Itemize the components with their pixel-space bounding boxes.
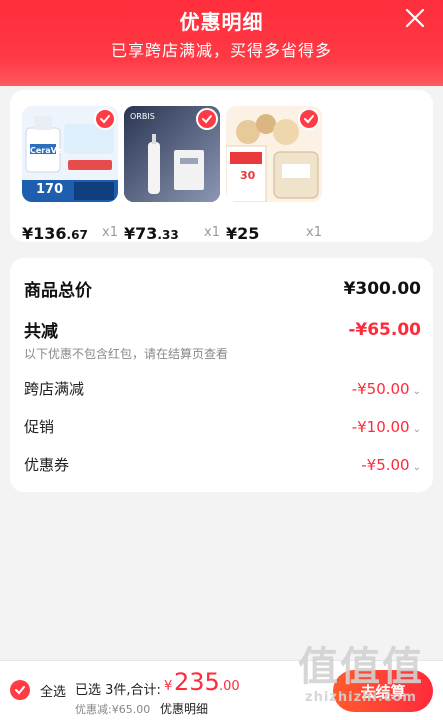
total-price-label: 商品总价 [24, 281, 92, 301]
discount-item-label: 跨店满减 [24, 380, 85, 398]
discount-detail-link[interactable]: 优惠明细 [160, 700, 208, 717]
products-card: CeraVe 170 ¥136.67 x1 ORBIS ¥73.33 x1 30… [10, 90, 433, 243]
discount-summary-card: 商品总价 ¥300.00 共减 -¥65.00 以下优惠不包含红包，请在结算页查… [10, 258, 433, 492]
product-price: ¥136.67 [22, 224, 88, 243]
page-subtitle: 已享跨店满减，买得多省得多 [110, 41, 332, 60]
product-qty: x1 [204, 225, 220, 240]
product-qty: x1 [102, 225, 118, 240]
total-price-value: ¥300.00 [343, 278, 421, 299]
product-promo-price: 170 [36, 182, 64, 197]
select-all-checkbox-icon[interactable] [10, 680, 30, 700]
chevron-down-icon[interactable]: ⌄ [413, 462, 421, 473]
total-amount: 235 [174, 668, 220, 696]
product-brand-text: ORBIS [130, 112, 155, 121]
product-brand-text: CeraVe [30, 146, 62, 155]
header: 优惠明细 已享跨店满减，买得多省得多 [0, 0, 443, 86]
total-reduce-row: 共减 -¥65.00 [24, 317, 421, 343]
page-title: 优惠明细 [179, 10, 264, 34]
select-all-label[interactable]: 全选 [40, 681, 66, 700]
discount-note: 以下优惠不包含红包，请在结算页查看 [24, 347, 229, 361]
total-price-row: 商品总价 ¥300.00 [24, 276, 421, 302]
discount-item-row[interactable]: 促销 -¥10.00 ⌄ [24, 416, 421, 437]
product-price: ¥73.33 [124, 224, 179, 243]
discount-item-label: 优惠券 [24, 456, 70, 474]
product-promo-badge: 30 [240, 169, 256, 182]
checkout-bar: 全选 已选 3件,合计: ¥ 235 .00 优惠减:¥65.00 优惠明细 去… [0, 660, 443, 720]
total-amount-decimal: .00 [219, 679, 240, 694]
discount-item-label: 促销 [24, 418, 55, 436]
checkout-button[interactable]: 去结算 [333, 670, 433, 712]
chevron-down-icon[interactable]: ⌄ [413, 386, 421, 397]
checkbox-checked-icon[interactable] [94, 108, 116, 130]
discount-item-row[interactable]: 优惠券 -¥5.00 ⌄ [24, 454, 421, 475]
product-price: ¥25 [226, 224, 260, 243]
selected-count-text: 已选 3件,合计: [75, 683, 161, 698]
discount-total-text: 优惠减:¥65.00 [75, 703, 151, 716]
total-currency: ¥ [164, 679, 173, 694]
discount-item-value: -¥5.00 ⌄ [361, 455, 421, 474]
chevron-down-icon[interactable]: ⌄ [413, 424, 421, 435]
checkbox-checked-icon[interactable] [196, 108, 218, 130]
close-icon[interactable] [403, 6, 427, 30]
total-reduce-label: 共减 [24, 322, 58, 342]
discount-item-value: -¥50.00 ⌄ [351, 379, 421, 398]
total-reduce-value: -¥65.00 [348, 319, 421, 340]
discount-item-value: -¥10.00 ⌄ [351, 417, 421, 436]
discount-item-row[interactable]: 跨店满减 -¥50.00 ⌄ [24, 378, 421, 399]
checkbox-checked-icon[interactable] [298, 108, 320, 130]
product-qty: x1 [306, 225, 322, 240]
